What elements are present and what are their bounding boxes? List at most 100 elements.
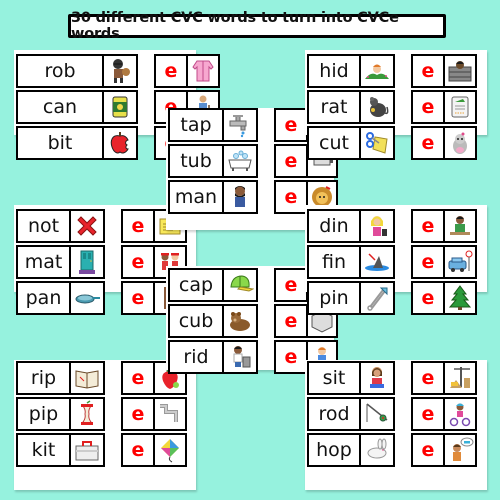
word-picture — [71, 247, 103, 277]
safety-pin-icon — [367, 287, 388, 311]
word-card-kit[interactable]: kit — [16, 433, 105, 467]
e-card-robe[interactable]: e — [154, 54, 220, 88]
word-card-fin[interactable]: fin — [307, 245, 395, 279]
rat-icon — [370, 97, 389, 117]
cute-animal-icon — [453, 132, 467, 154]
cvc-word: pip — [18, 399, 71, 429]
e-letter: e — [413, 283, 445, 313]
word-picture — [361, 56, 393, 86]
e-card-fine[interactable]: e — [411, 245, 477, 279]
e-card-rate[interactable]: e — [411, 90, 477, 124]
word-card-tap[interactable]: tap — [168, 108, 258, 142]
word-card-hop[interactable]: hop — [307, 433, 395, 467]
first-aid-kit-icon — [75, 441, 99, 461]
green-cap-icon — [230, 275, 254, 292]
word-card-rip[interactable]: rip — [16, 361, 105, 395]
word-card-not[interactable]: not — [16, 209, 105, 243]
e-card-rode[interactable]: e — [411, 397, 477, 431]
cvc-word: sit — [309, 363, 361, 393]
e-card-hide[interactable]: e — [411, 54, 477, 88]
word-card-pin[interactable]: pin — [307, 281, 395, 315]
cvc-word: din — [309, 211, 361, 241]
e-letter: e — [276, 270, 308, 300]
word-card-hid[interactable]: hid — [307, 54, 395, 88]
word-card-pip[interactable]: pip — [16, 397, 105, 431]
e-letter: e — [276, 182, 308, 212]
e-letter: e — [413, 211, 445, 241]
word-card-mat[interactable]: mat — [16, 245, 105, 279]
word-picture — [361, 247, 393, 277]
cvc-word: fin — [309, 247, 361, 277]
cvce-picture — [188, 56, 218, 86]
robe-icon — [192, 60, 214, 82]
word-picture — [71, 363, 103, 393]
cvce-picture — [445, 363, 475, 393]
e-letter: e — [276, 110, 308, 140]
faucet-icon — [229, 115, 247, 138]
word-card-rid[interactable]: rid — [168, 340, 258, 374]
word-picture — [361, 435, 393, 465]
e-letter: e — [413, 363, 445, 393]
worksheet-bottom-left: rip e pip e kit e — [14, 360, 196, 490]
frying-pan-icon — [75, 294, 100, 304]
word-card-din[interactable]: din — [307, 209, 395, 243]
e-card-site[interactable]: e — [411, 361, 477, 395]
cvc-word: cub — [170, 306, 224, 336]
e-letter: e — [276, 306, 308, 336]
word-card-pan[interactable]: pan — [16, 281, 105, 315]
cvce-picture — [445, 283, 475, 313]
word-card-cap[interactable]: cap — [168, 268, 258, 302]
hide-behind-wall-icon — [448, 61, 472, 82]
word-card-rod[interactable]: rod — [307, 397, 395, 431]
ripped-book-icon — [75, 370, 99, 389]
cvce-picture — [155, 399, 185, 429]
cvc-word: pan — [18, 283, 71, 313]
cvc-word: mat — [18, 247, 71, 277]
cvc-word: pin — [309, 283, 361, 313]
e-letter: e — [123, 247, 155, 277]
word-picture — [104, 92, 136, 122]
cvc-word: not — [18, 211, 71, 241]
word-card-cub[interactable]: cub — [168, 304, 258, 338]
word-card-rat[interactable]: rat — [307, 90, 395, 124]
worksheet-bottom-right: sit e rod e hop e — [305, 360, 487, 490]
word-card-cut[interactable]: cut — [307, 126, 395, 160]
word-card-sit[interactable]: sit — [307, 361, 395, 395]
worksheet-top-right: hid e rat e cut e — [305, 50, 487, 160]
word-card-bit[interactable]: bit — [16, 126, 138, 160]
e-card-kite[interactable]: e — [121, 433, 187, 467]
rode-bike-icon — [449, 403, 471, 427]
rating-card-icon — [451, 96, 469, 118]
kite-icon — [161, 439, 179, 463]
word-card-tub[interactable]: tub — [168, 144, 258, 178]
hope-icon — [453, 437, 474, 461]
can-icon — [112, 96, 128, 118]
word-picture — [361, 128, 393, 158]
worksheet-middle-right: din e fin e pin e — [305, 205, 487, 315]
word-picture — [104, 128, 136, 158]
word-picture — [224, 342, 256, 372]
e-card-hope[interactable]: e — [411, 433, 477, 467]
word-picture — [361, 211, 393, 241]
e-card-pipe[interactable]: e — [121, 397, 187, 431]
e-letter: e — [413, 56, 445, 86]
sitting-girl-icon — [370, 367, 384, 388]
girl-covering-ears-icon — [371, 216, 387, 236]
e-letter: e — [276, 146, 308, 176]
e-card-cute[interactable]: e — [411, 126, 477, 160]
dine-icon — [450, 216, 470, 235]
robber-icon — [113, 59, 130, 83]
cvc-word: bit — [18, 128, 104, 158]
word-picture — [224, 182, 256, 212]
word-card-can[interactable]: can — [16, 90, 138, 124]
cvc-word: rip — [18, 363, 71, 393]
e-card-dine[interactable]: e — [411, 209, 477, 243]
word-picture — [71, 283, 103, 313]
word-card-man[interactable]: man — [168, 180, 258, 214]
e-card-pine[interactable]: e — [411, 281, 477, 315]
word-picture — [361, 399, 393, 429]
word-picture — [224, 306, 256, 336]
hopping-bunny-icon — [367, 438, 387, 459]
cvce-picture — [445, 399, 475, 429]
word-card-rob[interactable]: rob — [16, 54, 138, 88]
